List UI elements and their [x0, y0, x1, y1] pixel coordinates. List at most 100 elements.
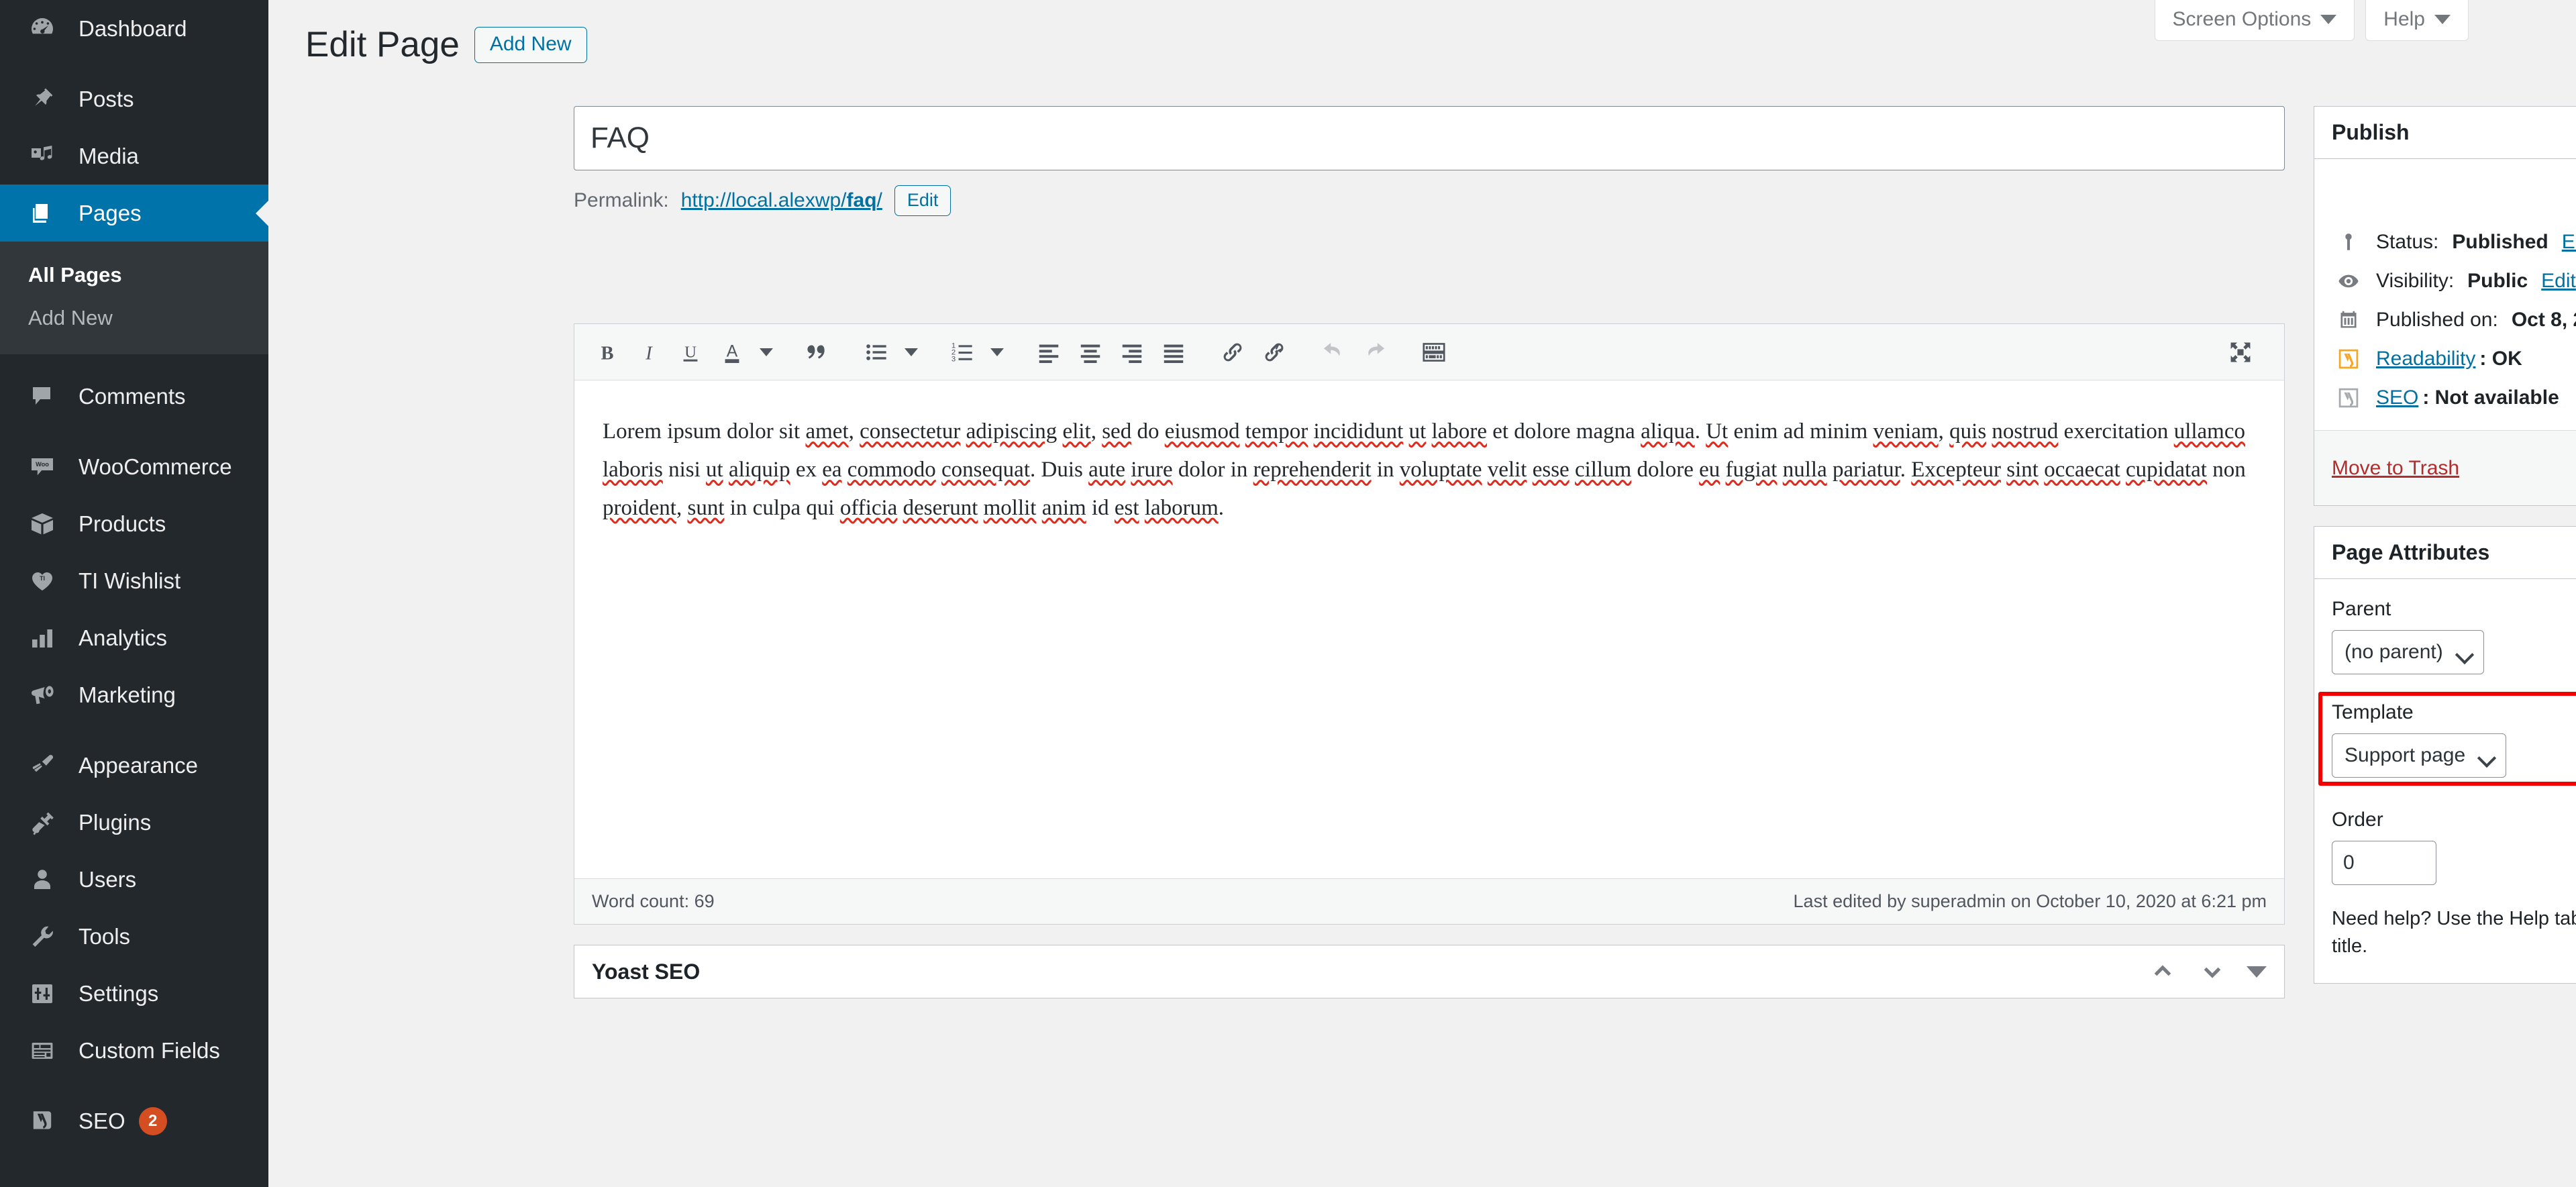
sidebar-item-appearance[interactable]: Appearance	[0, 737, 268, 794]
fullscreen-icon[interactable]	[2220, 331, 2261, 373]
misspelled-word: ea	[822, 458, 841, 482]
misspelled-word: pariatur	[1833, 458, 1900, 482]
keyboard-shortcuts-icon[interactable]	[1413, 331, 1455, 373]
edit-status-link[interactable]: Edit	[2562, 230, 2576, 254]
sidebar-item-label: Plugins	[79, 811, 151, 833]
editor-status-bar: Word count: 69 Last edited by superadmin…	[574, 878, 2284, 924]
editor-content-area[interactable]: Lorem ipsum dolor sit amet, consectetur …	[574, 380, 2284, 878]
screen-options-button[interactable]: Screen Options	[2155, 0, 2355, 41]
sidebar-item-settings[interactable]: Settings	[0, 965, 268, 1022]
permalink-prefix: http://local.alexwp/	[681, 189, 847, 211]
postbox-handle-actions	[2147, 956, 2267, 987]
editor-paragraph: Lorem ipsum dolor sit amet, consectetur …	[603, 413, 2256, 527]
add-new-button[interactable]: Add New	[474, 27, 587, 63]
template-field-group: Template Support page	[2332, 692, 2576, 790]
sidebar-item-comments[interactable]: Comments	[0, 368, 268, 425]
numbered-list-icon[interactable]: 123	[942, 331, 984, 373]
sidebar-item-marketing[interactable]: Marketing	[0, 666, 268, 723]
t: . Duis	[1030, 458, 1088, 482]
bold-icon[interactable]: B	[586, 331, 628, 373]
order-input[interactable]	[2332, 841, 2436, 885]
t	[1036, 496, 1041, 520]
screen-meta-links: Screen Options Help	[2155, 0, 2469, 41]
permalink-url[interactable]: http://local.alexwp/faq/	[681, 189, 882, 212]
page-attributes-body: Parent (no parent) Template Support page	[2314, 579, 2576, 983]
t	[2039, 458, 2044, 482]
t: do	[1131, 419, 1165, 444]
sidebar-item-ti-wishlist[interactable]: TI TI Wishlist	[0, 552, 268, 609]
undo-icon[interactable]	[1312, 331, 1354, 373]
sidebar-item-media[interactable]: Media	[0, 127, 268, 185]
text-color-dropdown-icon[interactable]	[753, 331, 780, 373]
move-down-icon[interactable]	[2197, 956, 2228, 987]
sidebar-item-plugins[interactable]: Plugins	[0, 794, 268, 851]
page-attributes-help-text: Need help? Use the Help tab above the sc…	[2332, 905, 2576, 960]
sidebar-item-users[interactable]: Users	[0, 851, 268, 908]
underline-icon[interactable]: U	[670, 331, 711, 373]
t	[1139, 496, 1145, 520]
t: ex	[790, 458, 823, 482]
misspelled-word: ut	[706, 458, 723, 482]
sidebar-item-custom-fields[interactable]: Custom Fields	[0, 1022, 268, 1079]
insert-link-icon[interactable]	[1212, 331, 1253, 373]
sidebar-item-analytics[interactable]: Analytics	[0, 609, 268, 666]
chevron-down-icon	[2320, 15, 2336, 24]
text-color-icon[interactable]: A	[711, 331, 753, 373]
edit-visibility-link[interactable]: Edit	[2541, 269, 2576, 293]
sliders-icon	[28, 980, 56, 1008]
align-left-icon[interactable]	[1028, 331, 1070, 373]
bulleted-list-dropdown-icon[interactable]	[898, 331, 925, 373]
remove-link-icon[interactable]	[1253, 331, 1295, 373]
submenu-item-all-pages[interactable]: All Pages	[0, 254, 268, 297]
help-button[interactable]: Help	[2365, 0, 2469, 41]
sidebar-item-pages[interactable]: Pages	[0, 185, 268, 242]
t	[978, 496, 983, 520]
align-right-icon[interactable]	[1111, 331, 1153, 373]
sidebar-item-products[interactable]: Products	[0, 495, 268, 552]
edit-permalink-button[interactable]: Edit	[894, 185, 951, 216]
submenu-item-add-new[interactable]: Add New	[0, 297, 268, 340]
published-value: Oct 8, 2020 at 13:48	[2512, 308, 2576, 332]
template-select[interactable]: Support page	[2332, 733, 2506, 778]
align-center-icon[interactable]	[1070, 331, 1111, 373]
sidebar-item-seo[interactable]: SEO 2	[0, 1092, 268, 1149]
blockquote-icon[interactable]	[797, 331, 839, 373]
page-attributes-title: Page Attributes	[2332, 540, 2489, 565]
toggle-panel-icon[interactable]	[2247, 966, 2267, 978]
yoast-seo-header[interactable]: Yoast SEO	[574, 945, 2284, 998]
misspelled-word: ullamco	[2174, 419, 2245, 444]
chevron-down-icon	[2458, 648, 2473, 657]
misspelled-word: elit	[1063, 419, 1091, 444]
sidebar-separator	[0, 723, 268, 737]
move-up-icon[interactable]	[2147, 956, 2178, 987]
parent-select[interactable]: (no parent)	[2332, 630, 2484, 674]
misspelled-word: est	[1115, 496, 1139, 520]
numbered-list-dropdown-icon[interactable]	[984, 331, 1011, 373]
readability-link[interactable]: Readability	[2376, 347, 2475, 371]
post-title-input[interactable]	[574, 106, 2285, 170]
align-justify-icon[interactable]	[1153, 331, 1194, 373]
readability-value: : OK	[2479, 347, 2522, 371]
move-to-trash-link[interactable]: Move to Trash	[2332, 457, 2459, 480]
t	[2168, 419, 2173, 444]
sidebar-item-dashboard[interactable]: Dashboard	[0, 0, 268, 57]
italic-icon[interactable]: I	[628, 331, 670, 373]
sidebar-item-posts[interactable]: Posts	[0, 70, 268, 127]
misspelled-word: commodo	[847, 458, 936, 482]
page-header: Edit Page Add New	[305, 25, 587, 64]
permalink-label: Permalink:	[574, 189, 669, 212]
permalink-suffix: /	[877, 189, 882, 211]
seo-row: SEO : Not available	[2332, 371, 2576, 410]
sidebar-item-label: Media	[79, 145, 139, 167]
redo-icon[interactable]	[1354, 331, 1396, 373]
sidebar-item-woocommerce[interactable]: Woo WooCommerce	[0, 438, 268, 495]
seo-link[interactable]: SEO	[2376, 386, 2418, 410]
misspelled-word: sint	[2006, 458, 2039, 482]
t: .	[1695, 419, 1706, 444]
user-icon	[28, 866, 56, 894]
sidebar-item-tools[interactable]: Tools	[0, 908, 268, 965]
bulleted-list-icon[interactable]	[856, 331, 898, 373]
permalink-slug: faq	[847, 189, 877, 211]
order-label: Order	[2332, 809, 2576, 831]
t	[1482, 458, 1488, 482]
